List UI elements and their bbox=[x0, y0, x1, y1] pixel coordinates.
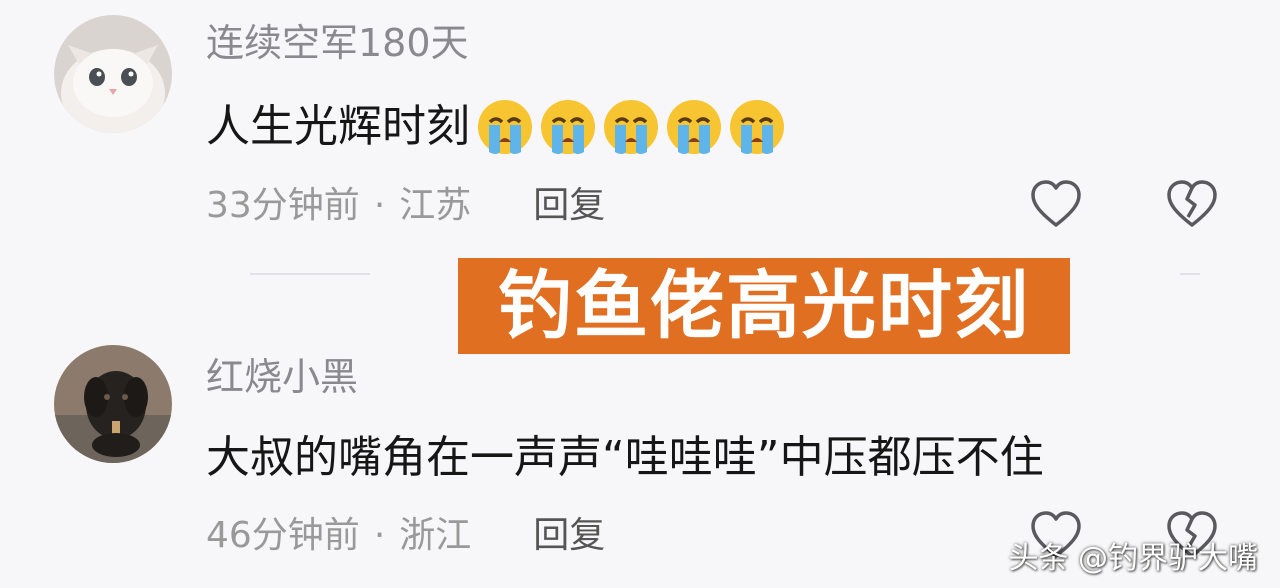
reply-button[interactable]: 回复 bbox=[533, 188, 605, 224]
avatar[interactable] bbox=[54, 15, 172, 133]
avatar[interactable] bbox=[54, 345, 172, 463]
crying-face-icon bbox=[730, 100, 784, 154]
title-banner: 钓鱼佬高光时刻 bbox=[458, 258, 1070, 354]
comment-text: 人生光辉时刻 bbox=[206, 98, 786, 156]
dislike-button[interactable] bbox=[1164, 177, 1220, 233]
comment-location: 浙江 bbox=[399, 515, 472, 556]
heart-outline-icon bbox=[1031, 180, 1081, 227]
emoji-row bbox=[476, 98, 786, 156]
divider bbox=[1180, 273, 1200, 275]
divider bbox=[250, 273, 370, 275]
comment-username[interactable]: 连续空军180天 bbox=[206, 24, 469, 62]
comment-username[interactable]: 红烧小黑 bbox=[206, 358, 358, 396]
crying-face-icon bbox=[604, 100, 658, 154]
crying-face-icon bbox=[541, 100, 595, 154]
white-cat-icon bbox=[54, 15, 172, 133]
comment-location: 江苏 bbox=[399, 185, 472, 226]
black-dog-icon bbox=[54, 345, 172, 463]
crying-face-icon bbox=[478, 100, 532, 154]
like-button[interactable] bbox=[1028, 177, 1084, 233]
watermark: 头条 @钓界驴大嘴 bbox=[1008, 541, 1258, 576]
comment-text-body: 大叔的嘴角在一声声“哇哇哇”中压都压不住 bbox=[206, 432, 1044, 483]
broken-heart-icon bbox=[1167, 180, 1217, 227]
comment-time: 46分钟前 bbox=[206, 515, 360, 556]
meta-separator: · bbox=[373, 185, 386, 226]
comment-text-body: 人生光辉时刻 bbox=[206, 101, 470, 152]
comment-meta: 33分钟前 · 江苏 回复 bbox=[206, 188, 605, 224]
comment-time: 33分钟前 bbox=[206, 185, 360, 226]
meta-separator: · bbox=[373, 515, 386, 556]
reply-button[interactable]: 回复 bbox=[533, 518, 605, 554]
comment-text: 大叔的嘴角在一声声“哇哇哇”中压都压不住 bbox=[206, 436, 1044, 480]
comment-meta: 46分钟前 · 浙江 回复 bbox=[206, 518, 605, 554]
crying-face-icon bbox=[667, 100, 721, 154]
comment-list: 连续空军180天 人生光辉时刻 33分钟前 · 江苏 回复 钓鱼佬高光时刻 红烧… bbox=[0, 0, 1280, 588]
